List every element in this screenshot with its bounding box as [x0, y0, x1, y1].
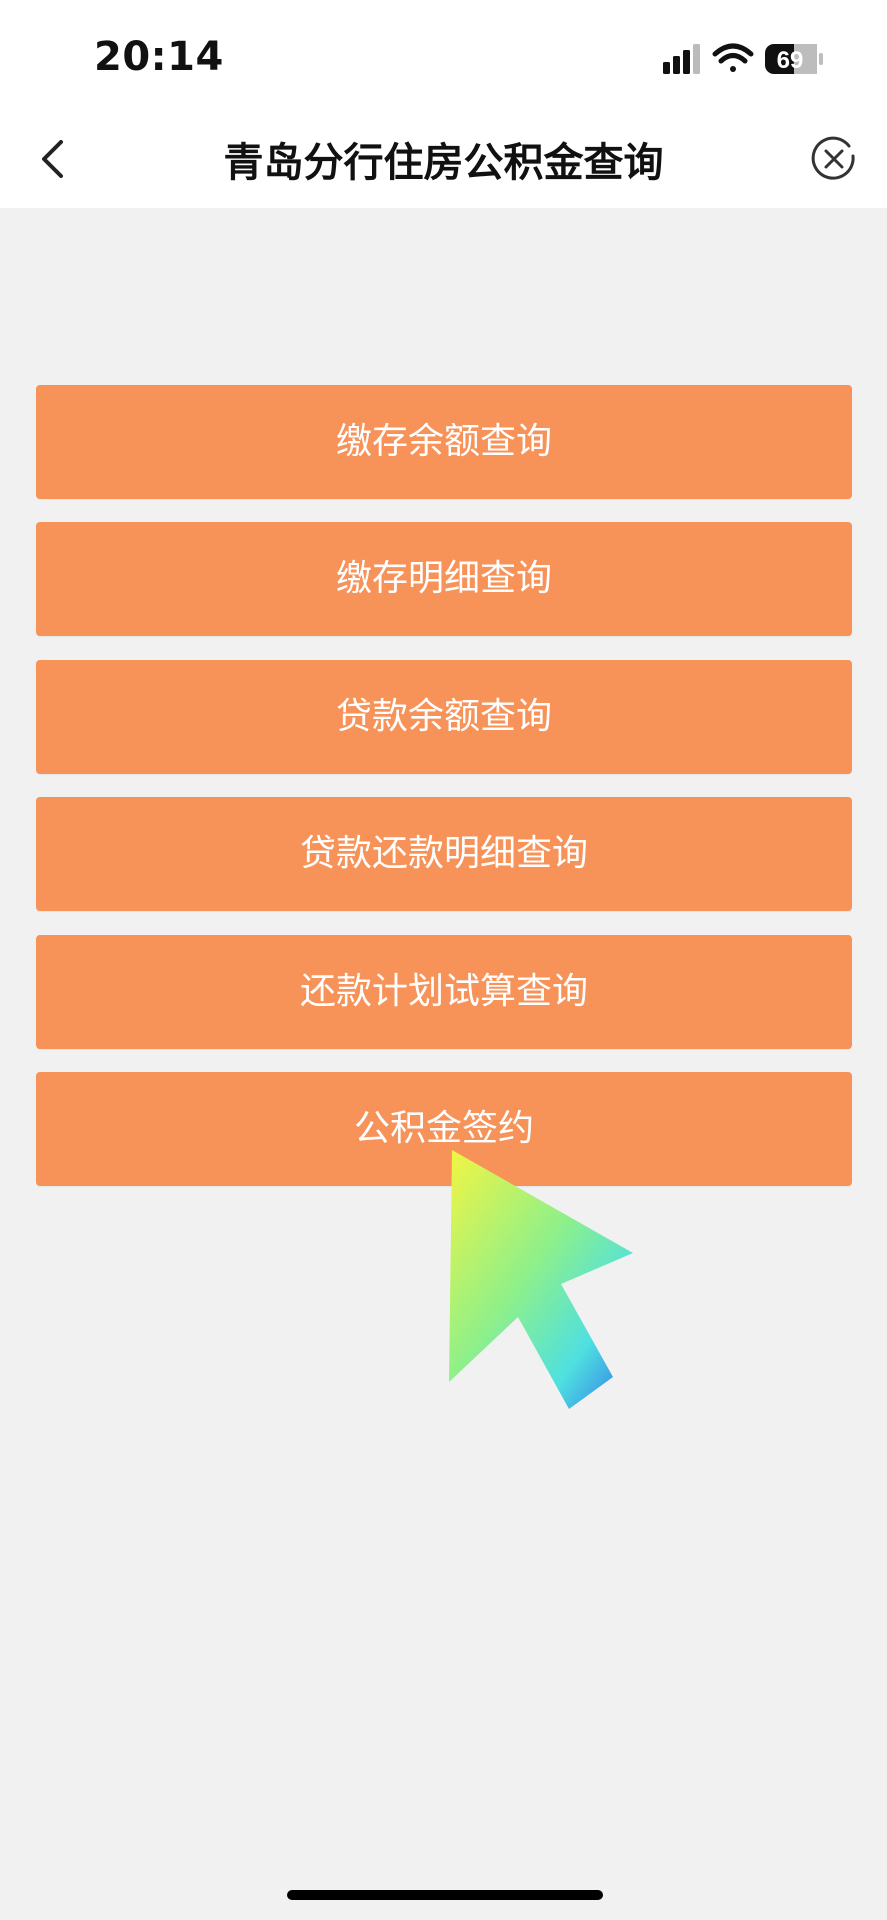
close-circle-icon — [811, 136, 855, 180]
status-time: 20:14 — [94, 34, 224, 80]
menu-button-repayment-plan[interactable]: 还款计划试算查询 — [36, 935, 852, 1049]
menu-button-deposit-details[interactable]: 缴存明细查询 — [36, 522, 852, 636]
close-button[interactable] — [809, 134, 859, 184]
signal-icon — [663, 44, 700, 74]
status-bar: 20:14 69 — [0, 0, 887, 110]
page-title: 青岛分行住房公积金查询 — [223, 140, 664, 186]
battery-level: 69 — [777, 47, 804, 74]
nav-bar: 青岛分行住房公积金查询 — [0, 110, 887, 208]
menu-button-loan-balance[interactable]: 贷款余额查询 — [36, 660, 852, 774]
wifi-icon — [712, 43, 754, 72]
menu-button-loan-repayment-details[interactable]: 贷款还款明细查询 — [36, 797, 852, 911]
status-icons: 69 — [663, 43, 823, 74]
home-indicator[interactable] — [287, 1890, 603, 1900]
menu-button-deposit-balance[interactable]: 缴存余额查询 — [36, 385, 852, 499]
pointer-arrow-icon — [449, 1150, 633, 1409]
battery-icon: 69 — [765, 44, 823, 74]
